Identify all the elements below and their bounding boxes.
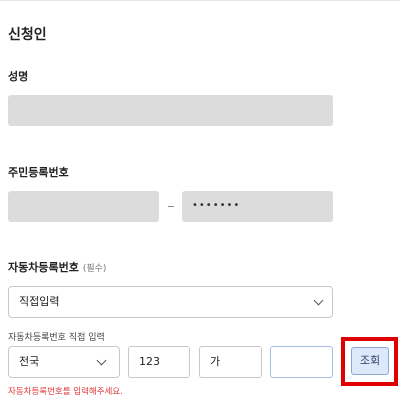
section-title: 신청인 bbox=[8, 27, 47, 43]
chevron-down-icon bbox=[96, 355, 107, 366]
plate-hangul-field[interactable]: 가 bbox=[199, 346, 262, 378]
name-field[interactable] bbox=[8, 95, 333, 126]
direct-input-label: 자동차등록번호 직접 입력 bbox=[8, 333, 105, 343]
plate-number-field[interactable]: 123 bbox=[128, 346, 190, 378]
region-value: 전국 bbox=[19, 355, 40, 368]
input-method-select[interactable]: 직접입력 bbox=[8, 286, 333, 318]
resident-number-label: 주민등록번호 bbox=[8, 166, 69, 179]
query-button[interactable]: 조회 bbox=[351, 347, 389, 375]
input-method-value: 직접입력 bbox=[19, 295, 60, 308]
chevron-down-icon bbox=[313, 295, 324, 306]
plate-last-field[interactable] bbox=[270, 346, 333, 378]
vehicle-number-label: 자동차등록번호 (필수) bbox=[8, 259, 106, 275]
vehicle-number-label-text: 자동차등록번호 bbox=[8, 261, 79, 274]
region-select[interactable]: 전국 bbox=[8, 346, 120, 378]
name-label: 성명 bbox=[8, 70, 29, 83]
top-divider bbox=[0, 0, 400, 1]
vehicle-number-error: 자동차등록번호를 입력해주세요. bbox=[8, 387, 123, 397]
resident-number-front-field[interactable] bbox=[8, 191, 159, 222]
required-tag: (필수) bbox=[82, 264, 107, 274]
resident-number-dash bbox=[168, 206, 174, 207]
resident-number-back-field[interactable]: ••••••• bbox=[182, 191, 333, 222]
